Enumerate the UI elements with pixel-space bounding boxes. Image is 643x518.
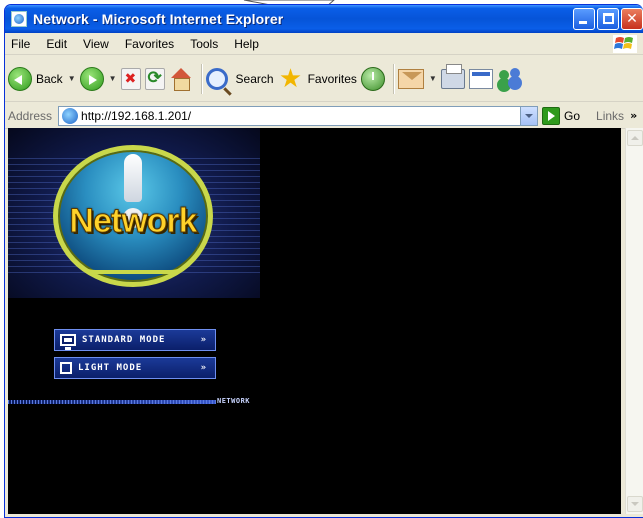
address-dropdown-icon[interactable] [520, 106, 538, 125]
stop-icon [120, 67, 141, 90]
refresh-icon [144, 67, 165, 90]
ie-window-icon[interactable] [11, 11, 27, 27]
menu-file[interactable]: File [5, 37, 38, 51]
network-logo-text: Network [69, 202, 198, 241]
favorites-label: Favorites [307, 71, 357, 86]
menu-bar: File Edit View Favorites Tools Help [5, 33, 643, 55]
windows-logo-icon [613, 35, 637, 53]
logo-wave [68, 246, 198, 274]
forward-arrow-icon [79, 66, 104, 91]
edit-icon [468, 68, 493, 89]
favorites-star-icon: ★ [278, 62, 303, 93]
search-button[interactable]: Search [205, 61, 274, 97]
light-mode-icon [60, 362, 72, 374]
home-button[interactable] [169, 61, 193, 97]
maximize-icon [603, 13, 614, 24]
minimize-button[interactable] [573, 8, 595, 30]
standard-mode-button[interactable]: STANDARD MODE » [54, 329, 216, 351]
close-button[interactable]: ✕ [621, 8, 643, 30]
exclamation-icon [124, 154, 142, 202]
address-url[interactable]: http://192.168.1.201/ [81, 109, 191, 123]
network-divider-strip [8, 400, 220, 404]
mail-button[interactable]: ▼ [397, 61, 437, 97]
print-button[interactable] [440, 61, 465, 97]
forward-button[interactable]: ▼ [79, 61, 117, 97]
back-arrow-icon [8, 66, 32, 91]
search-icon [205, 67, 228, 90]
network-strip-label: NETWORK [216, 397, 252, 405]
forward-dropdown-icon[interactable]: ▼ [109, 74, 117, 83]
menu-help[interactable]: Help [226, 37, 267, 51]
scroll-down-icon[interactable] [627, 496, 643, 512]
window-controls: ✕ [573, 8, 643, 30]
address-bar: Address http://192.168.1.201/ Go Links » [5, 103, 643, 129]
back-label: Back [36, 71, 63, 86]
page-favicon-icon [62, 107, 79, 124]
go-label: Go [564, 108, 581, 123]
maximize-button[interactable] [597, 8, 619, 30]
toolbar-separator [200, 63, 202, 94]
messenger-button[interactable] [497, 61, 523, 97]
standard-mode-label: STANDARD MODE [82, 335, 166, 345]
window-title: Network - Microsoft Internet Explorer [33, 11, 284, 27]
back-dropdown-icon[interactable]: ▼ [68, 74, 76, 83]
search-label: Search [235, 71, 274, 86]
stop-button[interactable] [120, 61, 141, 97]
messenger-icon [497, 67, 523, 90]
favorites-button[interactable]: ★ Favorites [278, 61, 357, 97]
chevron-right-icon: » [200, 363, 207, 373]
history-button[interactable] [360, 61, 385, 97]
toolbar-separator [392, 63, 394, 94]
address-input[interactable]: http://192.168.1.201/ [58, 105, 539, 126]
network-banner: Network [8, 128, 260, 298]
address-label: Address [8, 108, 53, 123]
minimize-icon [579, 21, 587, 24]
close-icon: ✕ [626, 11, 638, 27]
mail-icon [397, 68, 424, 89]
menu-view[interactable]: View [75, 37, 117, 51]
print-icon [440, 63, 465, 89]
page-content: Network STANDARD MODE » LIGHT MODE » NET… [8, 128, 621, 514]
history-icon [360, 66, 385, 91]
monitor-icon [60, 334, 76, 350]
vertical-scrollbar[interactable] [625, 128, 643, 514]
home-icon [169, 67, 193, 91]
menu-favorites[interactable]: Favorites [117, 37, 182, 51]
title-bar[interactable]: Network - Microsoft Internet Explorer ✕ [5, 5, 643, 33]
refresh-button[interactable] [144, 61, 165, 97]
mail-dropdown-icon[interactable]: ▼ [429, 74, 437, 83]
scroll-up-icon[interactable] [627, 130, 643, 146]
links-label[interactable]: Links [596, 109, 624, 123]
light-mode-label: LIGHT MODE [78, 363, 143, 373]
menu-tools[interactable]: Tools [182, 37, 226, 51]
back-button[interactable]: Back ▼ [8, 61, 76, 97]
light-mode-button[interactable]: LIGHT MODE » [54, 357, 216, 379]
menu-edit[interactable]: Edit [38, 37, 75, 51]
chevron-right-icon: » [200, 335, 207, 345]
standard-toolbar: Back ▼ ▼ Search ★ Favorites [5, 56, 643, 102]
go-arrow-icon [542, 106, 561, 125]
go-button[interactable]: Go [542, 106, 581, 125]
edit-button[interactable] [468, 61, 493, 97]
links-chevron-icon[interactable]: » [630, 109, 637, 122]
